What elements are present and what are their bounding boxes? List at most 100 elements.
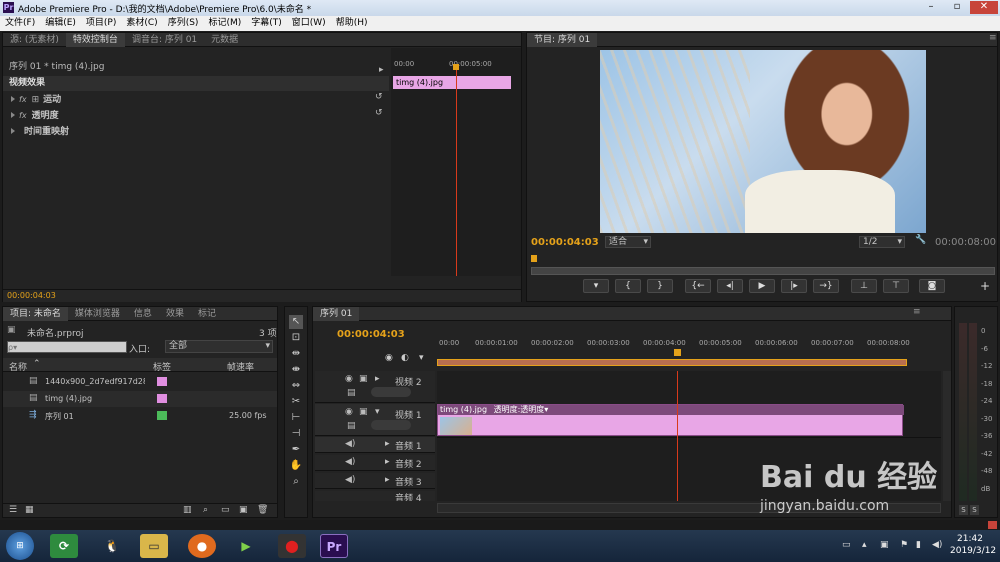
automate-icon[interactable]: ▥	[183, 505, 192, 515]
play-button[interactable]: ▶	[749, 279, 775, 293]
expand-triangle-icon[interactable]: ▸	[375, 374, 380, 384]
menu-marker[interactable]: 标记(M)	[203, 16, 246, 31]
resolution-dropdown[interactable]: 1/2 ▾	[859, 236, 905, 248]
effect-timecode[interactable]: 00:00:04:03	[7, 291, 56, 300]
in-dropdown[interactable]: 全部 ▾	[165, 340, 273, 353]
error-indicator-icon[interactable]	[988, 521, 997, 529]
pen-tool-icon[interactable]: ✒	[289, 443, 303, 457]
step-forward-button[interactable]: |▸	[781, 279, 807, 293]
lock-icon[interactable]: ▣	[359, 407, 368, 417]
expand-triangle-icon[interactable]: ▸	[385, 439, 390, 449]
panel-menu-icon[interactable]: ≡	[913, 307, 921, 317]
tab-metadata[interactable]: 元数据	[204, 33, 245, 47]
timeline-playhead-marker[interactable]	[674, 349, 681, 356]
program-timecode[interactable]: 00:00:04:03	[531, 237, 599, 248]
effect-motion-row[interactable]: fx ⊞ 运动	[11, 92, 61, 107]
tray-device-icon[interactable]: ▣	[880, 540, 889, 550]
tab-sequence[interactable]: 序列 01	[313, 306, 360, 321]
solo-right-button[interactable]: S	[970, 505, 979, 515]
add-marker-icon[interactable]: ▾	[419, 353, 424, 363]
video-clip[interactable]: timg (4).jpg 透明度:透明度▾	[437, 404, 904, 436]
column-frame-rate[interactable]: 帧速率	[227, 360, 254, 373]
zoom-tool-icon[interactable]: ⌕	[289, 475, 303, 489]
menu-file[interactable]: 文件(F)	[0, 16, 40, 31]
mark-out-button[interactable]: }	[647, 279, 673, 293]
reset-icon[interactable]: ↺	[375, 108, 383, 118]
list-view-icon[interactable]: ☰	[9, 505, 17, 515]
menu-title[interactable]: 字幕(T)	[246, 16, 287, 31]
menu-window[interactable]: 窗口(W)	[287, 16, 331, 31]
new-item-icon[interactable]: ▣	[239, 505, 248, 515]
tab-source[interactable]: 源: (无素材)	[3, 33, 66, 47]
program-playhead-marker[interactable]	[531, 255, 537, 262]
tab-info[interactable]: 信息	[127, 307, 159, 321]
list-item[interactable]: ⇶ 序列 01 25.00 fps	[3, 408, 277, 424]
ripple-edit-tool-icon[interactable]: ⇹	[289, 347, 303, 361]
slide-tool-icon[interactable]: ⊣	[289, 427, 303, 441]
snap-icon[interactable]: ◉	[385, 353, 393, 363]
speaker-icon[interactable]: ◀)	[345, 439, 355, 449]
panel-menu-icon[interactable]: ≡	[989, 33, 997, 43]
reset-icon[interactable]: ↺	[375, 92, 383, 102]
clip-effect[interactable]: 透明度:透明度▾	[494, 405, 549, 414]
go-to-out-button[interactable]: →}	[813, 279, 839, 293]
new-bin-icon[interactable]: ▭	[221, 505, 230, 515]
menu-edit[interactable]: 编辑(E)	[40, 16, 81, 31]
icon-view-icon[interactable]: ▦	[25, 505, 34, 515]
add-marker-button[interactable]: ▾	[583, 279, 609, 293]
menu-project[interactable]: 项目(P)	[81, 16, 121, 31]
column-label[interactable]: 标签	[153, 360, 171, 373]
speaker-icon[interactable]: ◀)	[345, 475, 355, 485]
taskbar-firefox-icon[interactable]: ●	[188, 534, 216, 558]
column-name[interactable]: 名称	[9, 360, 27, 373]
extract-button[interactable]: ⊤	[883, 279, 909, 293]
sort-ascending-icon[interactable]: ⌃	[33, 359, 41, 369]
tab-media-browser[interactable]: 媒体浏览器	[68, 307, 127, 321]
expand-triangle-icon[interactable]	[11, 128, 15, 134]
effect-opacity-row[interactable]: fx 透明度	[11, 108, 59, 123]
speaker-icon[interactable]: ◀)	[345, 457, 355, 467]
eye-icon[interactable]: ◉	[345, 407, 353, 417]
tab-audio-mixer[interactable]: 调音台: 序列 01	[125, 33, 204, 47]
add-button-icon[interactable]: +	[980, 279, 990, 293]
expand-triangle-icon[interactable]	[11, 96, 15, 102]
effect-clip-bar[interactable]: timg (4).jpg	[393, 76, 511, 89]
arrow-right-icon[interactable]: ▸	[379, 65, 384, 75]
keyframe-nav[interactable]	[371, 387, 411, 397]
wrench-icon[interactable]: 🔧	[915, 235, 926, 245]
lift-button[interactable]: ⊥	[851, 279, 877, 293]
taskbar-qq-icon[interactable]: 🐧	[98, 534, 126, 558]
export-frame-button[interactable]: ◙	[919, 279, 945, 293]
work-area-bar[interactable]	[437, 359, 907, 366]
tray-keyboard-icon[interactable]: ▭	[842, 540, 851, 550]
tab-project[interactable]: 项目: 未命名	[3, 306, 68, 321]
hand-tool-icon[interactable]: ✋	[289, 459, 303, 473]
link-icon[interactable]: ◐	[401, 353, 409, 363]
taskbar-record-icon[interactable]: ⬤	[278, 534, 306, 558]
eye-icon[interactable]: ◉	[345, 374, 353, 384]
solo-left-button[interactable]: S	[959, 505, 968, 515]
close-button[interactable]: ✕	[970, 1, 998, 14]
delete-icon[interactable]: 🗑	[257, 505, 268, 515]
tray-arrow-icon[interactable]: ▴	[862, 540, 867, 550]
taskbar-folder-icon[interactable]: ▭	[140, 534, 168, 558]
expand-triangle-icon[interactable]: ▸	[385, 475, 390, 485]
tab-effects[interactable]: 效果	[159, 307, 191, 321]
taskbar-camtasia-icon[interactable]: ▶	[232, 534, 260, 558]
rolling-edit-tool-icon[interactable]: ⇼	[289, 363, 303, 377]
tray-flag-icon[interactable]: ⚑	[900, 540, 908, 550]
start-button[interactable]: ⊞	[6, 532, 34, 560]
tab-program[interactable]: 节目: 序列 01	[527, 32, 598, 47]
program-scrollbar[interactable]	[531, 267, 995, 275]
tray-volume-icon[interactable]: ◀)	[932, 540, 942, 550]
minimize-button[interactable]: –	[918, 1, 944, 14]
list-item[interactable]: ▤ timg (4).jpg	[3, 391, 277, 407]
mark-in-button[interactable]: {	[615, 279, 641, 293]
lock-icon[interactable]: ▣	[359, 374, 368, 384]
taskbar-360-icon[interactable]: ⟳	[50, 534, 78, 558]
tray-network-icon[interactable]: ▮	[916, 540, 921, 550]
display-style-icon[interactable]: ▤	[347, 388, 356, 398]
menu-help[interactable]: 帮助(H)	[331, 16, 373, 31]
clock[interactable]: 21:42 2019/3/12	[950, 534, 996, 556]
collapse-triangle-icon[interactable]: ▾	[375, 407, 380, 417]
